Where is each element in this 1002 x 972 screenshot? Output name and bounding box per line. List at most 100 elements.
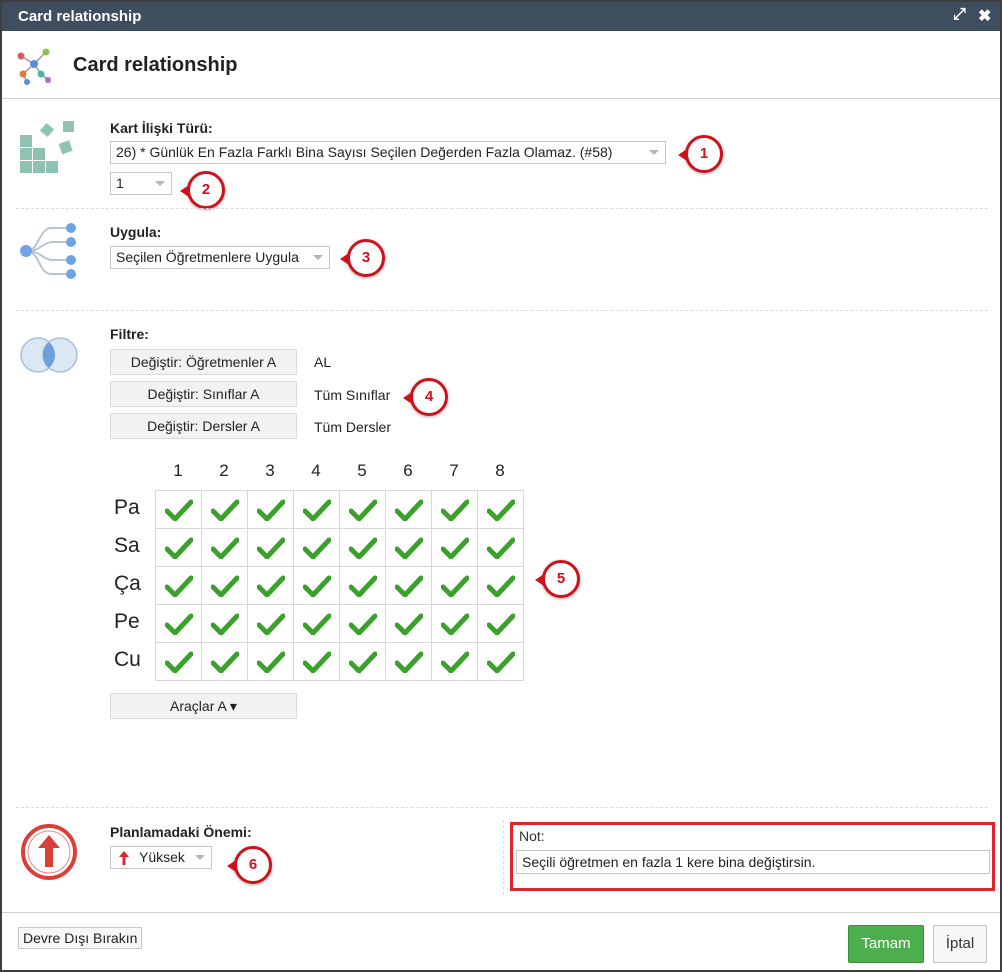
timetable-cell[interactable] bbox=[385, 642, 432, 681]
timetable-cell[interactable] bbox=[293, 566, 340, 605]
relation-value-select[interactable]: 1 bbox=[110, 172, 172, 195]
network-graph-icon bbox=[17, 48, 51, 85]
title-bar[interactable]: Card relationship ⤢ ✖ bbox=[2, 2, 1000, 31]
change-lessons-button[interactable]: Değiştir: Dersler A bbox=[110, 413, 297, 439]
timetable-cell[interactable] bbox=[155, 490, 202, 529]
chevron-down-icon bbox=[155, 181, 165, 186]
note-divider bbox=[503, 820, 504, 895]
tools-button[interactable]: Araçlar A ▾ bbox=[110, 693, 297, 719]
timetable-cell[interactable] bbox=[247, 642, 294, 681]
period-header[interactable]: 7 bbox=[431, 461, 477, 481]
tree-branch-icon bbox=[20, 223, 76, 279]
change-teachers-button[interactable]: Değiştir: Öğretmenler A bbox=[110, 349, 297, 375]
period-header[interactable]: 1 bbox=[155, 461, 201, 481]
timetable-cell[interactable] bbox=[385, 566, 432, 605]
period-header[interactable]: 5 bbox=[339, 461, 385, 481]
timetable-cell[interactable] bbox=[477, 528, 524, 567]
timetable-cell[interactable] bbox=[201, 528, 248, 567]
timetable-cell[interactable] bbox=[293, 642, 340, 681]
note-input[interactable] bbox=[516, 850, 990, 874]
timetable-row bbox=[155, 604, 524, 643]
check-icon bbox=[394, 613, 423, 635]
check-icon bbox=[302, 499, 331, 521]
callout-number: 6 bbox=[248, 856, 258, 873]
timetable-cell[interactable] bbox=[201, 490, 248, 529]
lessons-filter-value: Tüm Dersler bbox=[314, 419, 392, 435]
callout-pointer bbox=[227, 860, 236, 872]
timetable-cell[interactable] bbox=[431, 490, 478, 529]
callout-badge-6: 6 bbox=[227, 846, 272, 884]
timetable-cell[interactable] bbox=[155, 642, 202, 681]
timetable-cell[interactable] bbox=[155, 604, 202, 643]
relation-type-label: Kart İlişki Türü: bbox=[110, 120, 213, 136]
timetable-cell[interactable] bbox=[477, 566, 524, 605]
day-header[interactable]: Pe bbox=[114, 610, 154, 634]
timetable-cell[interactable] bbox=[431, 642, 478, 681]
relation-type-value: 26) * Günlük En Fazla Farklı Bina Sayısı… bbox=[116, 144, 613, 160]
timetable-cell[interactable] bbox=[385, 490, 432, 529]
blocks-icon bbox=[20, 121, 74, 173]
relation-type-select[interactable]: 26) * Günlük En Fazla Farklı Bina Sayısı… bbox=[110, 141, 666, 164]
callout-pointer bbox=[180, 185, 189, 197]
check-icon bbox=[486, 537, 515, 559]
timetable-cell[interactable] bbox=[339, 604, 386, 643]
timetable-cell[interactable] bbox=[201, 566, 248, 605]
timetable-cell[interactable] bbox=[431, 604, 478, 643]
timetable-cell[interactable] bbox=[155, 566, 202, 605]
close-icon[interactable]: ✖ bbox=[978, 6, 991, 26]
callout-badge-2: 2 bbox=[180, 171, 225, 209]
timetable-cell[interactable] bbox=[247, 528, 294, 567]
timetable-cell[interactable] bbox=[385, 528, 432, 567]
period-header[interactable]: 3 bbox=[247, 461, 293, 481]
timetable-cell[interactable] bbox=[477, 490, 524, 529]
ok-button[interactable]: Tamam bbox=[848, 925, 924, 963]
change-classes-button[interactable]: Değiştir: Sınıflar A bbox=[110, 381, 297, 407]
check-icon bbox=[164, 537, 193, 559]
chevron-down-icon bbox=[313, 255, 323, 260]
callout-number: 3 bbox=[361, 249, 371, 266]
disable-button[interactable]: Devre Dışı Bırakın bbox=[18, 927, 143, 949]
timetable-cell[interactable] bbox=[247, 490, 294, 529]
timetable-cell[interactable] bbox=[477, 642, 524, 681]
check-icon bbox=[256, 499, 285, 521]
timetable-cell[interactable] bbox=[431, 528, 478, 567]
timetable-cell[interactable] bbox=[247, 566, 294, 605]
timetable-cell[interactable] bbox=[339, 566, 386, 605]
timetable-cell[interactable] bbox=[247, 604, 294, 643]
day-header[interactable]: Sa bbox=[114, 534, 154, 558]
check-icon bbox=[302, 537, 331, 559]
apply-select[interactable]: Seçilen Öğretmenlere Uygula bbox=[110, 246, 330, 269]
teachers-filter-value: AL bbox=[314, 354, 332, 370]
cancel-button[interactable]: İptal bbox=[933, 925, 987, 963]
callout-pointer bbox=[678, 149, 687, 161]
period-header[interactable]: 8 bbox=[477, 461, 523, 481]
check-icon bbox=[486, 499, 515, 521]
timetable-cell[interactable] bbox=[339, 642, 386, 681]
period-header[interactable]: 2 bbox=[201, 461, 247, 481]
timetable-cell[interactable] bbox=[431, 566, 478, 605]
day-header[interactable]: Cu bbox=[114, 648, 154, 672]
timetable-cell[interactable] bbox=[293, 604, 340, 643]
importance-label: Planlamadaki Önemi: bbox=[110, 824, 252, 840]
classes-filter-value: Tüm Sınıflar bbox=[314, 387, 391, 403]
check-icon bbox=[394, 575, 423, 597]
period-header[interactable]: 6 bbox=[385, 461, 431, 481]
timetable-cell[interactable] bbox=[385, 604, 432, 643]
importance-select[interactable]: Yüksek bbox=[110, 846, 212, 869]
timetable-cell[interactable] bbox=[201, 642, 248, 681]
period-header[interactable]: 4 bbox=[293, 461, 339, 481]
timetable-cell[interactable] bbox=[339, 528, 386, 567]
timetable-cell[interactable] bbox=[339, 490, 386, 529]
day-header[interactable]: Pa bbox=[114, 496, 154, 520]
maximize-icon[interactable]: ⤢ bbox=[953, 6, 966, 24]
timetable-row bbox=[155, 566, 524, 605]
section-divider bbox=[16, 208, 988, 209]
callout-number: 2 bbox=[201, 181, 211, 198]
timetable-cell[interactable] bbox=[201, 604, 248, 643]
day-header[interactable]: Ça bbox=[114, 572, 154, 596]
timetable-cell[interactable] bbox=[293, 528, 340, 567]
timetable-cell[interactable] bbox=[477, 604, 524, 643]
timetable-cell[interactable] bbox=[293, 490, 340, 529]
check-icon bbox=[256, 575, 285, 597]
timetable-cell[interactable] bbox=[155, 528, 202, 567]
